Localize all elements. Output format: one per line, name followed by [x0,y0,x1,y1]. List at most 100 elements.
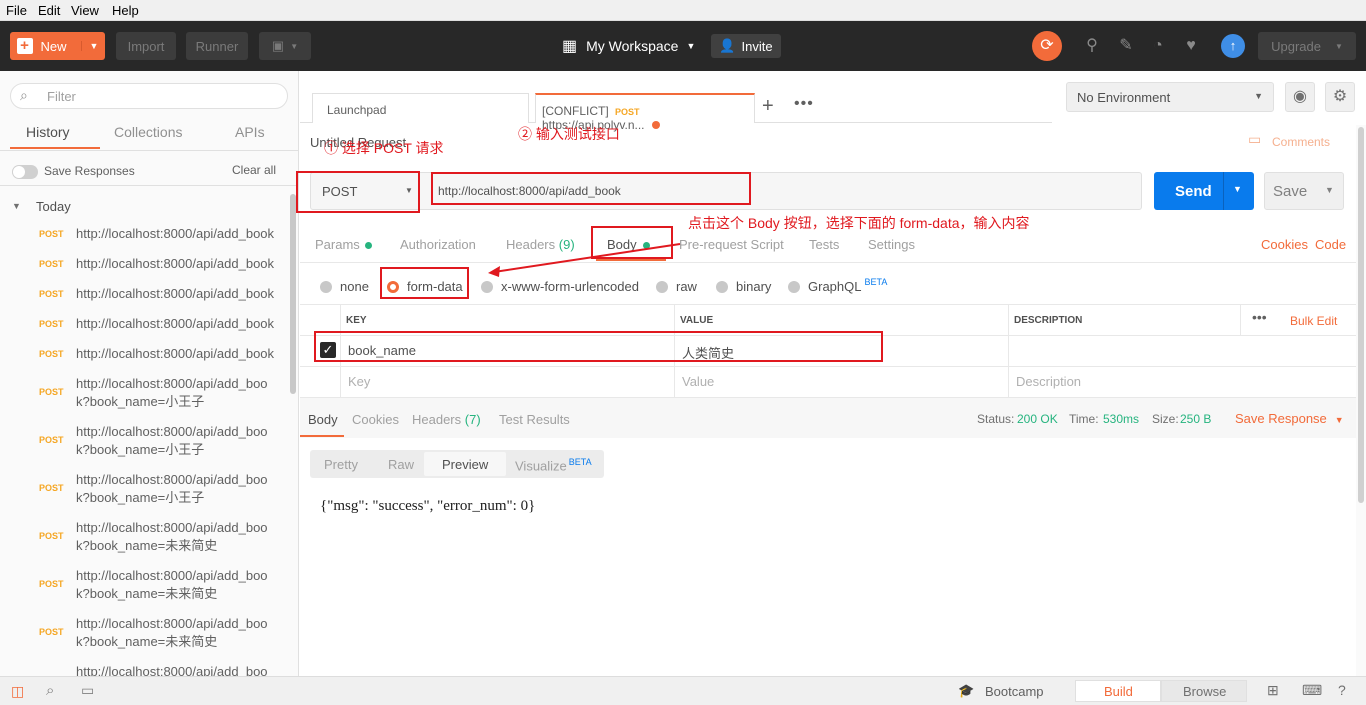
new-window-button[interactable]: ▣ ▼ [259,32,311,60]
bootcamp-icon: 🎓 [958,683,975,698]
keyboard-icon[interactable]: ⌨ [1302,682,1322,699]
eye-icon[interactable]: ◉ [1285,82,1315,112]
new-button[interactable]: + New ▼ [10,32,105,60]
view-pretty[interactable]: Pretty [324,457,358,472]
annotation-step2: ② 输入测试接口 [518,126,620,142]
runner-button[interactable]: Runner [186,32,248,60]
tab-params-label: Params [315,237,360,252]
tab-conflict-request[interactable]: [CONFLICT] POST https://api.polyv.n... [535,93,755,132]
tab-settings[interactable]: Settings [868,237,915,252]
add-tab-icon[interactable]: + [762,95,774,118]
new-label: New [40,38,67,54]
environment-label: No Environment [1077,90,1171,105]
tab-launchpad[interactable]: Launchpad [312,93,529,123]
app-header: + New ▼ Import Runner ▣ ▼ ▦ My Workspace … [0,21,1366,71]
upgrade-button[interactable]: Upgrade ▼ [1258,32,1356,60]
tab-authorization[interactable]: Authorization [400,237,476,252]
filter-placeholder: Filter [47,89,76,104]
new-key-input[interactable]: Key [348,374,370,389]
save-button[interactable]: Save ▼ [1264,172,1344,210]
method-badge: POST [39,387,64,397]
view-visualize[interactable]: Visualize BETA [515,457,592,473]
menu-help[interactable]: Help [112,3,139,18]
method-badge: POST [39,259,64,269]
bell-icon[interactable]: ◔ [1148,36,1168,56]
radio-dot-icon [716,280,728,293]
satellite-icon[interactable]: ⚲ [1082,36,1102,56]
save-dropdown-icon[interactable]: ▼ [1325,185,1334,195]
annotation-step3: 点击这个 Body 按钮，选择下面的 form-data，输入内容 [688,215,1030,231]
console-icon[interactable]: ▭ [81,682,94,699]
wrench-icon[interactable]: ✎ [1116,36,1136,56]
save-responses-toggle[interactable] [12,165,38,179]
radio-none[interactable]: none [320,279,369,294]
layout-icon[interactable]: ⊞ [1267,682,1279,699]
build-button[interactable]: Build [1075,680,1161,702]
active-response-tab-underline [300,435,344,437]
send-dropdown-icon[interactable]: ▼ [1233,184,1242,194]
new-description-input[interactable]: Description [1016,374,1081,389]
col-key-header: KEY [346,315,367,326]
environment-select[interactable]: No Environment ▼ [1066,82,1274,112]
divider [0,150,298,151]
cookies-link[interactable]: Cookies [1261,237,1308,252]
history-item-url: http://localhost:8000/api/add_book [76,346,275,361]
response-tab-body[interactable]: Body [308,412,338,427]
save-response-button[interactable]: Save Response ▼ [1235,411,1344,426]
radio-x-www-form-urlencoded[interactable]: x-www-form-urlencoded [481,279,639,294]
invite-label: Invite [741,38,773,54]
annotation-step1: ① 选择 POST 请求 [324,140,444,156]
status-label: Status: [977,412,1015,426]
menu-edit[interactable]: Edit [38,3,60,18]
filter-input[interactable]: ⌕ Filter [10,83,288,109]
view-preview[interactable]: Preview [442,457,488,472]
more-options-icon[interactable]: ••• [1252,309,1267,325]
tab-collections[interactable]: Collections [114,124,182,140]
tab-tests[interactable]: Tests [809,237,839,252]
collapse-arrow-icon[interactable]: ▼ [12,201,21,211]
response-tab-test-results[interactable]: Test Results [499,412,570,427]
sync-icon[interactable]: ⟳ [1032,31,1062,61]
radio-raw[interactable]: raw [656,279,697,294]
clear-all-button[interactable]: Clear all [232,163,276,177]
divider [300,304,1356,305]
heart-icon[interactable]: ♥ [1181,36,1201,56]
code-link[interactable]: Code [1315,237,1346,252]
radio-graphql[interactable]: GraphQL BETA [788,277,887,294]
search-icon[interactable]: ⌕ [46,682,54,699]
new-dropdown-icon[interactable]: ▼ [80,41,98,51]
tab-prerequest-script[interactable]: Pre-request Script [679,237,784,252]
tab-apis[interactable]: APIs [235,124,265,140]
col-divider [1008,305,1009,398]
method-badge: POST [39,483,64,493]
chevron-down-icon: ▼ [686,41,696,51]
import-button[interactable]: Import [116,32,176,60]
bootcamp-button[interactable]: Bootcamp [985,684,1044,699]
view-raw[interactable]: Raw [388,457,414,472]
tab-params[interactable]: Params [315,237,372,252]
annotation-box-form-data [380,267,469,299]
response-tab-cookies[interactable]: Cookies [352,412,399,427]
send-button[interactable]: Send ▼ [1154,172,1254,210]
browse-button[interactable]: Browse [1161,680,1247,702]
menu-file[interactable]: File [6,3,27,18]
gear-icon[interactable]: ⚙ [1325,82,1355,112]
radio-binary[interactable]: binary [716,279,771,294]
invite-button[interactable]: 👤 Invite [711,34,781,58]
upgrade-arrow-icon[interactable]: ↑ [1221,34,1245,58]
sidebar-scrollbar[interactable] [290,194,296,394]
main-scrollbar[interactable] [1358,127,1364,503]
workspace-switcher[interactable]: ▦ My Workspace ▼ [562,36,695,56]
menu-view[interactable]: View [71,3,99,18]
comments-button[interactable]: Comments [1272,135,1330,149]
method-badge: POST [39,435,64,445]
annotation-arrow [488,243,681,277]
help-icon[interactable]: ? [1338,682,1346,698]
bulk-edit-link[interactable]: Bulk Edit [1290,314,1337,328]
more-tabs-icon[interactable]: ••• [794,95,814,113]
new-value-input[interactable]: Value [682,374,714,389]
plus-icon: + [16,38,33,54]
response-tab-headers[interactable]: Headers (7) [412,412,481,427]
sidebar-toggle-icon[interactable]: ◫ [11,683,24,700]
tab-history[interactable]: History [26,124,70,140]
